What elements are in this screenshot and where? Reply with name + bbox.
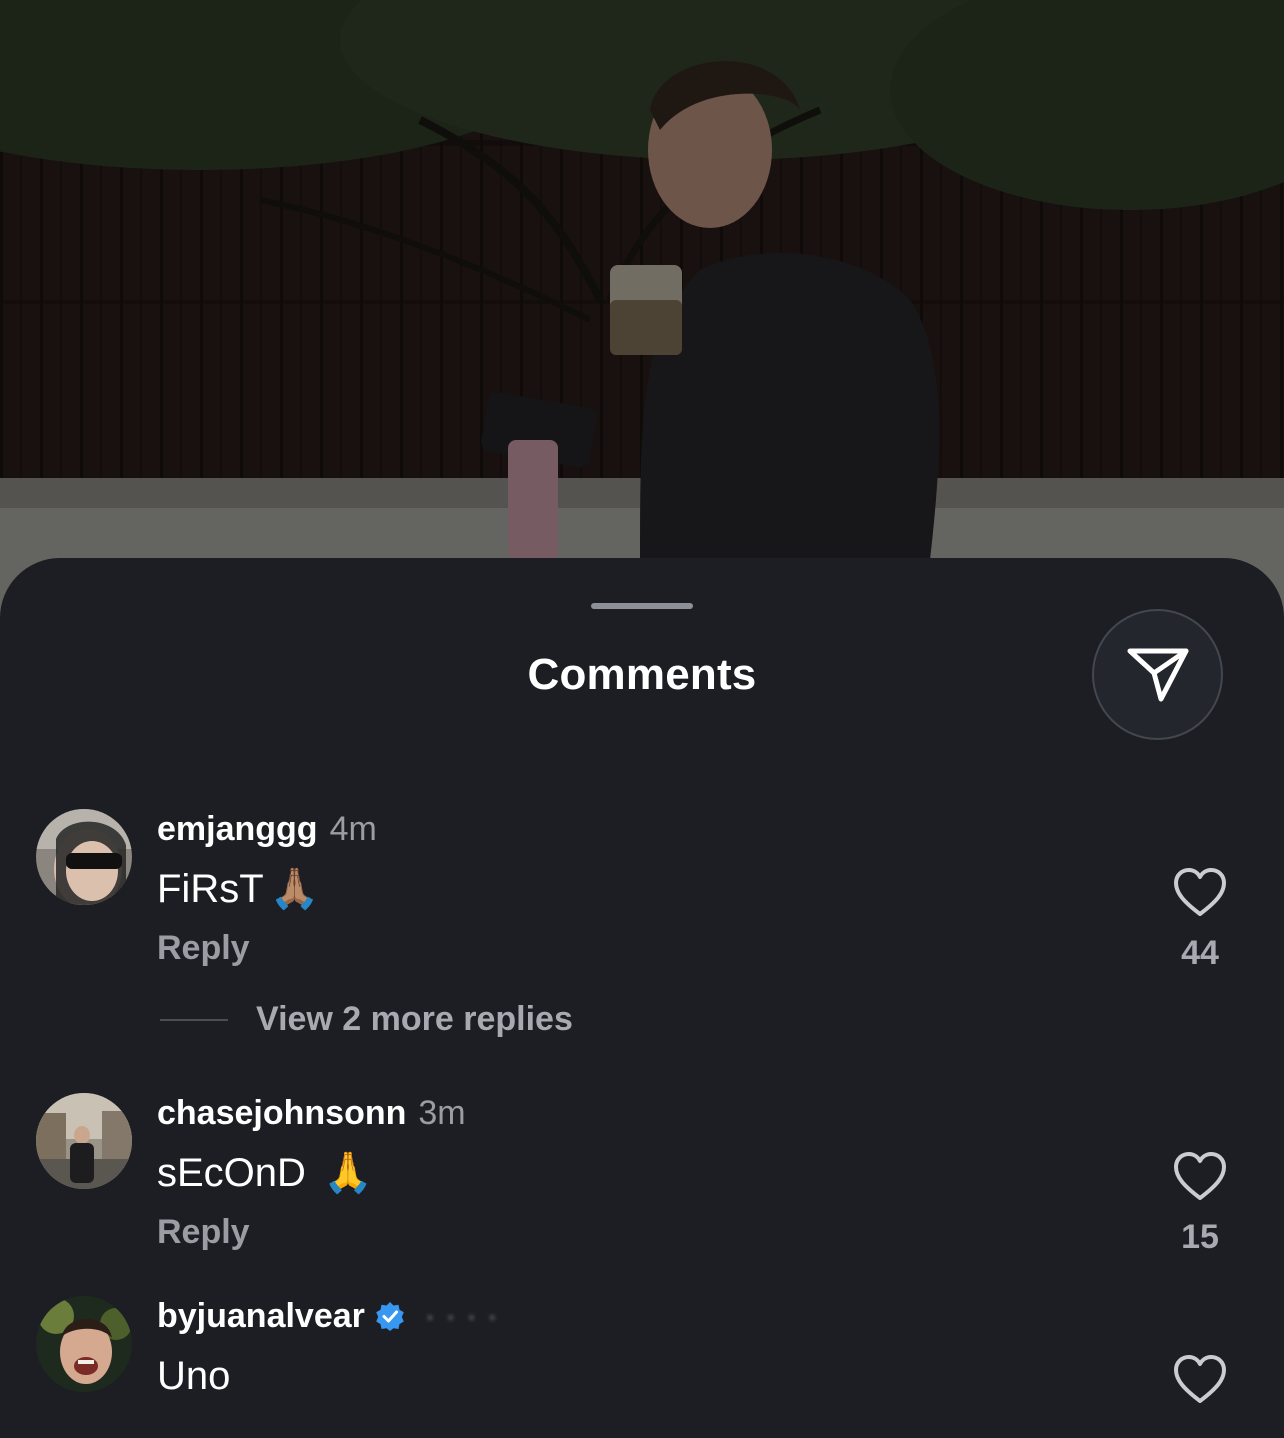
comment-body: FiRsT (157, 867, 264, 911)
comment-emoji: 🙏 (323, 1150, 373, 1196)
comment-time: 3m (418, 1094, 466, 1132)
verified-badge-icon (375, 1301, 405, 1331)
like-count: 44 (1181, 934, 1219, 972)
replies-divider (160, 1018, 228, 1021)
comment-text: sEcOnD 🙏 (157, 1149, 373, 1197)
comment-username[interactable]: chasejohnsonn (157, 1093, 406, 1133)
like-button[interactable] (1172, 1149, 1228, 1205)
comment-time-obscured: · · · · (414, 1297, 498, 1335)
paper-plane-icon (1127, 648, 1188, 701)
sheet-grabber[interactable] (591, 603, 693, 609)
reply-button[interactable]: Reply (157, 1213, 250, 1252)
avatar[interactable] (36, 1093, 132, 1189)
heart-outline-icon (1174, 1152, 1226, 1200)
reply-button[interactable]: Reply (157, 929, 250, 968)
like-button[interactable] (1172, 865, 1228, 921)
heart-outline-icon (1174, 1355, 1226, 1403)
comment-time: 4m (329, 810, 377, 848)
heart-outline-icon (1174, 868, 1226, 916)
comment-text: Uno (157, 1354, 231, 1398)
comment-body: sEcOnD (157, 1151, 306, 1195)
post-photo (0, 0, 1284, 640)
view-more-replies[interactable]: View 2 more replies (160, 1000, 573, 1039)
comment-text: FiRsT 🙏🏽 (157, 865, 319, 913)
comment-username[interactable]: byjuanalvear (157, 1296, 365, 1336)
like-count: 15 (1181, 1218, 1219, 1256)
comment-emoji: 🙏🏽 (269, 866, 320, 912)
avatar[interactable] (36, 809, 132, 905)
avatar[interactable] (36, 1296, 132, 1392)
comment-username[interactable]: emjanggg (157, 809, 318, 849)
view-replies-label: View 2 more replies (256, 1000, 573, 1038)
share-button[interactable] (1092, 609, 1223, 740)
like-button[interactable] (1172, 1352, 1228, 1408)
comments-sheet: Comments emjanggg 4m FiRsT 🙏🏽 Reply 44 V… (0, 558, 1284, 1438)
